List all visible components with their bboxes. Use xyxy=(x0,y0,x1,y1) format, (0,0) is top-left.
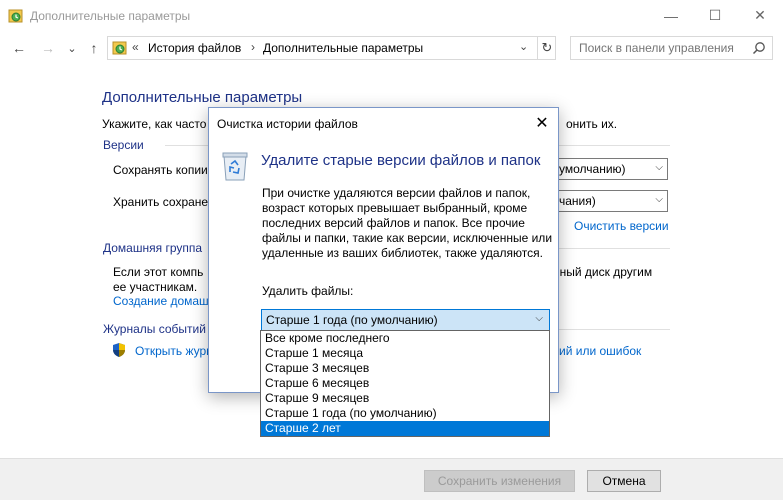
window-title: Дополнительные параметры xyxy=(30,9,191,23)
delete-files-selected-value: Старше 1 года (по умолчанию) xyxy=(266,313,438,327)
save-copies-label: Сохранять копии xyxy=(113,163,208,177)
minimize-button[interactable]: — xyxy=(648,0,694,31)
create-homegroup-link[interactable]: Создание домаш xyxy=(113,294,209,308)
file-history-icon xyxy=(112,41,127,55)
dialog-heading: Удалите старые версии файлов и папок xyxy=(261,152,541,169)
uac-shield-icon xyxy=(113,343,125,357)
open-eventlog-link[interactable]: Открыть журн xyxy=(135,344,213,358)
search-icon[interactable] xyxy=(752,41,766,55)
navigation-bar: ← → ⌄ ↑ « История файлов › Дополнительны… xyxy=(0,34,783,62)
maximize-button[interactable]: ☐ xyxy=(692,0,738,31)
back-button[interactable]: ← xyxy=(9,38,29,58)
search-box[interactable] xyxy=(570,36,773,60)
keep-saved-value: чания) xyxy=(559,194,596,208)
refresh-button[interactable]: ↻ xyxy=(537,36,556,60)
file-history-icon xyxy=(8,9,23,23)
option-older-1-month[interactable]: Старше 1 месяца xyxy=(261,346,549,361)
option-keep-last[interactable]: Все кроме последнего xyxy=(261,331,549,346)
keep-saved-label: Хранить сохранен xyxy=(113,195,215,209)
dialog-title: Очистка истории файлов xyxy=(217,117,358,131)
breadcrumb-advanced-settings[interactable]: Дополнительные параметры xyxy=(263,41,423,55)
page-title: Дополнительные параметры xyxy=(102,89,303,106)
recycle-bin-icon xyxy=(222,152,248,181)
homegroup-text-end: нный диск другим xyxy=(553,265,653,279)
dialog-close-button[interactable]: ✕ xyxy=(530,113,554,133)
option-older-1-year[interactable]: Старше 1 года (по умолчанию) xyxy=(261,406,549,421)
cleanup-versions-link[interactable]: Очистить версии xyxy=(574,219,669,233)
up-button[interactable]: ↑ xyxy=(84,38,104,58)
search-input[interactable] xyxy=(571,37,741,59)
button-bar: Сохранить изменения Отмена xyxy=(0,458,783,500)
homegroup-section-title: Домашняя группа xyxy=(103,241,203,255)
chevron-down-icon: ⌵ xyxy=(655,194,663,205)
title-bar: Дополнительные параметры — ☐ ✕ xyxy=(0,0,783,31)
dialog-description: При очистке удаляются версии файлов и па… xyxy=(262,186,553,260)
delete-files-options-list: Все кроме последнего Старше 1 месяца Ста… xyxy=(260,330,550,437)
chevron-down-icon: ⌵ xyxy=(535,313,543,324)
save-changes-button[interactable]: Сохранить изменения xyxy=(424,470,575,492)
option-older-9-months[interactable]: Старше 9 месяцев xyxy=(261,391,549,406)
keep-saved-select[interactable]: чания) ⌵ xyxy=(552,190,668,212)
address-dropdown-icon[interactable]: ⌄ xyxy=(519,40,528,53)
eventlog-link-end[interactable]: ий или ошибок xyxy=(559,344,641,358)
close-window-button[interactable]: ✕ xyxy=(737,0,783,31)
delete-files-select[interactable]: Старше 1 года (по умолчанию) ⌵ xyxy=(261,309,550,331)
forward-button[interactable]: → xyxy=(38,38,58,58)
address-overflow[interactable]: « xyxy=(132,40,139,54)
versions-section-title: Версии xyxy=(103,138,144,152)
option-older-6-months[interactable]: Старше 6 месяцев xyxy=(261,376,549,391)
intro-text-end: онить их. xyxy=(566,117,618,131)
option-older-2-years[interactable]: Старше 2 лет xyxy=(261,421,549,436)
save-copies-value: умолчанию) xyxy=(559,162,626,176)
address-bar[interactable]: « История файлов › Дополнительные параме… xyxy=(107,36,556,60)
cancel-button[interactable]: Отмена xyxy=(587,470,661,492)
intro-text: Укажите, как часто xyxy=(102,117,207,131)
breadcrumb-separator[interactable]: › xyxy=(251,40,255,54)
save-copies-select[interactable]: умолчанию) ⌵ xyxy=(552,158,668,180)
option-older-3-months[interactable]: Старше 3 месяцев xyxy=(261,361,549,376)
eventlog-section-title: Журналы событий xyxy=(103,322,206,336)
recent-locations-button[interactable]: ⌄ xyxy=(62,38,82,58)
breadcrumb-file-history[interactable]: История файлов xyxy=(148,41,241,55)
delete-files-label: Удалить файлы: xyxy=(262,284,354,298)
homegroup-text-2: ее участникам. xyxy=(113,280,198,294)
homegroup-text: Если этот компь xyxy=(113,265,204,279)
chevron-down-icon: ⌵ xyxy=(655,162,663,173)
